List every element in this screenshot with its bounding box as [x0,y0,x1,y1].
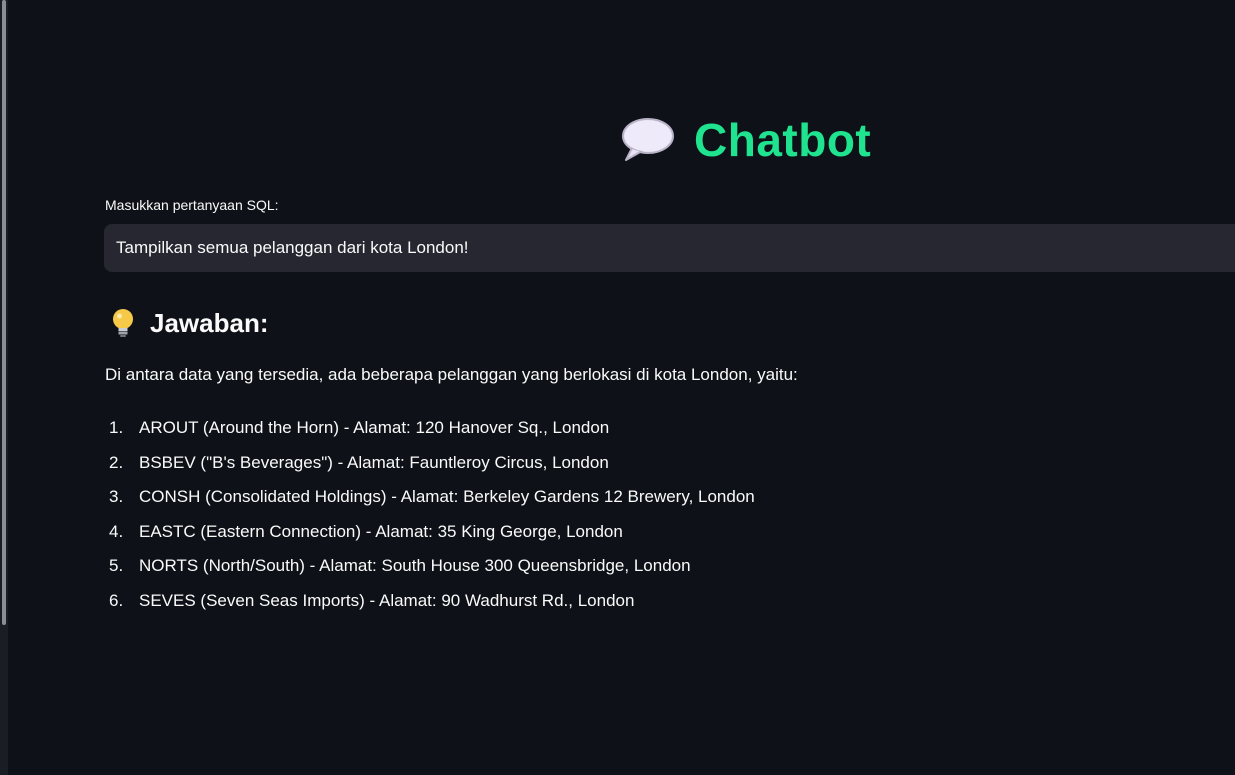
list-item-text: SEVES (Seven Seas Imports) - Alamat: 90 … [139,590,635,610]
answer-intro: Di antara data yang tersedia, ada bebera… [105,365,798,384]
list-item: 5. NORTS (North/South) - Alamat: South H… [105,549,755,584]
list-item-number: 5. [109,556,124,576]
list-item-text: NORTS (North/South) - Alamat: South Hous… [139,556,691,576]
page-header: Chatbot [620,108,871,172]
list-item-text: AROUT (Around the Horn) - Alamat: 120 Ha… [139,418,610,438]
list-item-text: EASTC (Eastern Connection) - Alamat: 35 … [139,521,623,541]
light-bulb-icon [110,308,136,338]
list-item-number: 1. [109,418,124,438]
list-item-text: CONSH (Consolidated Holdings) - Alamat: … [139,487,755,507]
list-item: 2. BSBEV ("B's Beverages") - Alamat: Fau… [105,446,755,481]
list-item: 1. AROUT (Around the Horn) - Alamat: 120… [105,411,755,446]
speech-bubble-icon [620,116,676,164]
list-item: 3. CONSH (Consolidated Holdings) - Alama… [105,480,755,515]
list-item: 4. EASTC (Eastern Connection) - Alamat: … [105,515,755,550]
list-item-number: 3. [109,487,124,507]
app-page: Chatbot Masukkan pertanyaan SQL: Jawaban… [0,0,1235,775]
answer-list: 1. AROUT (Around the Horn) - Alamat: 120… [105,411,755,618]
scrollbar[interactable] [0,0,8,775]
list-item-number: 6. [109,590,124,610]
query-input[interactable] [116,238,1223,258]
query-input-label: Masukkan pertanyaan SQL: [105,197,279,213]
list-item-number: 4. [109,521,124,541]
page-title: Chatbot [694,114,872,166]
scrollbar-thumb[interactable] [2,0,6,625]
answer-title: Jawaban: [150,307,269,338]
query-input-container[interactable] [104,224,1235,272]
list-item-text: BSBEV ("B's Beverages") - Alamat: Fauntl… [139,452,609,472]
list-item-number: 2. [109,452,124,472]
answer-heading: Jawaban: [110,306,269,340]
list-item: 6. SEVES (Seven Seas Imports) - Alamat: … [105,584,755,619]
